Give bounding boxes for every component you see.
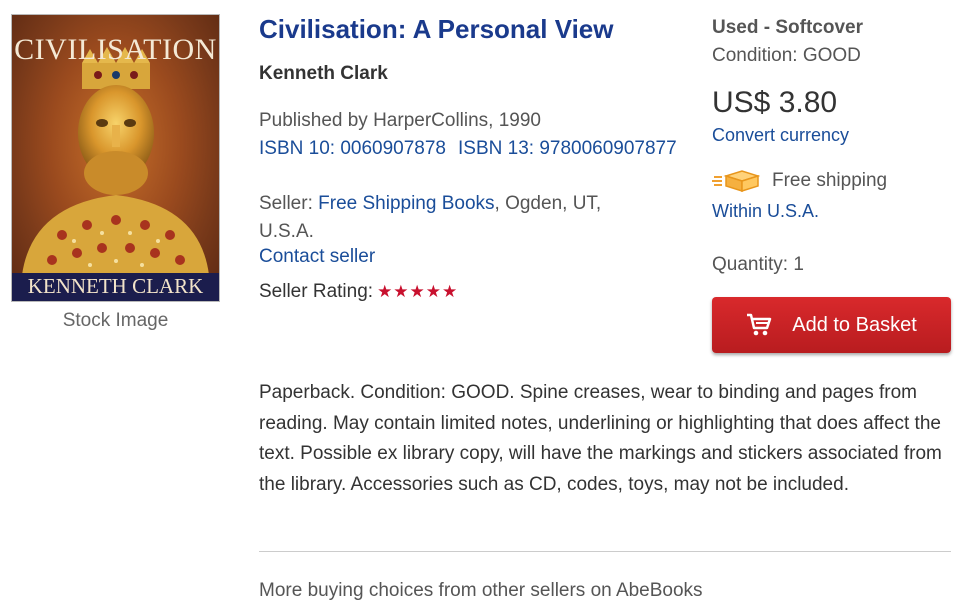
seller-rating-label: Seller Rating: xyxy=(259,281,374,302)
price: US$ 3.80 xyxy=(712,86,838,119)
section-divider xyxy=(259,551,951,552)
add-to-basket-label: Add to Basket xyxy=(792,313,917,336)
seller-info: Seller: Free Shipping Books, Ogden, UT, … xyxy=(259,190,639,246)
rating-stars-icon[interactable]: ★★★★★ xyxy=(377,282,458,301)
add-to-basket-button[interactable]: Add to Basket xyxy=(712,297,951,353)
seller-label: Seller: xyxy=(259,193,313,214)
more-buying-choices-heading: More buying choices from other sellers o… xyxy=(259,580,703,601)
free-shipping-info: Free shipping xyxy=(712,170,887,192)
binding-type: Used - Softcover xyxy=(712,17,863,38)
reliquary-bust-illustration xyxy=(22,47,209,275)
free-shipping-text: Free shipping xyxy=(772,170,888,191)
isbn13-link[interactable]: ISBN 13: 9780060907877 xyxy=(458,138,677,159)
contact-seller-link[interactable]: Contact seller xyxy=(259,246,375,268)
publisher-info: Published by HarperCollins, 1990 xyxy=(259,110,541,131)
isbn-row: ISBN 10: 0060907878 ISBN 13: 978006090787… xyxy=(259,138,677,160)
cover-author-text: KENNETH CLARK xyxy=(27,274,204,298)
quantity-label: Quantity: 1 xyxy=(712,254,804,275)
isbn10-link[interactable]: ISBN 10: 0060907878 xyxy=(259,138,446,159)
shipping-box-icon xyxy=(712,170,760,192)
stock-image-caption: Stock Image xyxy=(62,310,169,331)
convert-currency-link[interactable]: Convert currency xyxy=(712,125,849,146)
book-cover-image[interactable]: CIVILISATION KENNETH CLARK xyxy=(12,15,219,301)
book-title-link[interactable]: Civilisation: A Personal View xyxy=(259,14,613,45)
item-description: Paperback. Condition: GOOD. Spine crease… xyxy=(259,382,942,495)
shopping-cart-icon xyxy=(747,313,772,336)
seller-rating: Seller Rating: ★★★★★ xyxy=(259,281,458,303)
cover-title-text: CIVILISATION xyxy=(14,33,217,66)
shipping-region-link[interactable]: Within U.S.A. xyxy=(712,201,819,222)
book-condition: Condition: GOOD xyxy=(712,45,861,66)
book-author: Kenneth Clark xyxy=(259,63,388,84)
seller-name-link[interactable]: Free Shipping Books xyxy=(318,193,494,214)
